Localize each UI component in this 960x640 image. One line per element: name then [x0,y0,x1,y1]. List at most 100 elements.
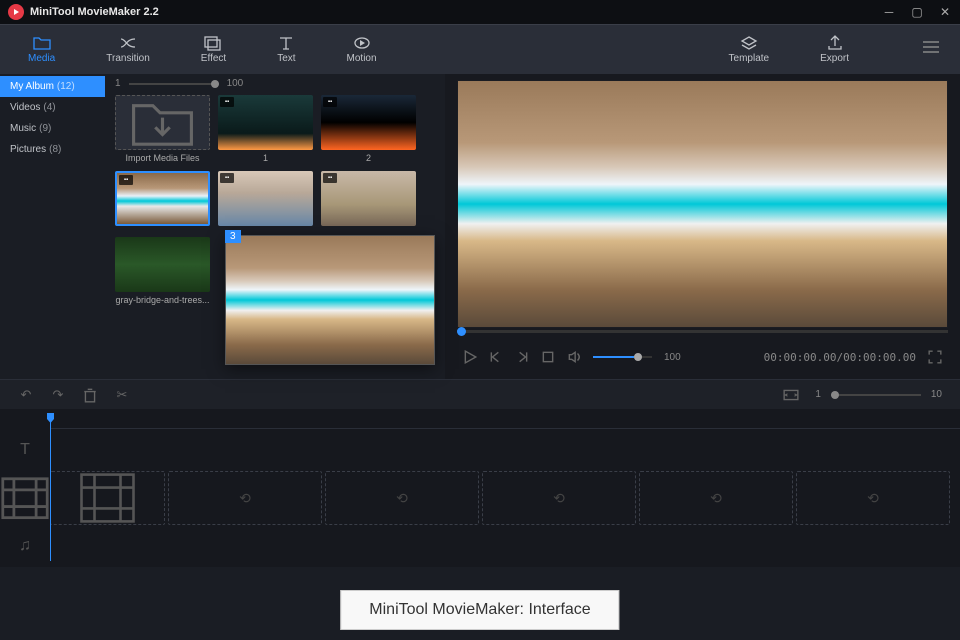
sidebar-count: (4) [43,102,55,113]
media-item[interactable]: ▪▪ [218,171,313,229]
prev-frame-button[interactable] [489,350,503,364]
menu-button[interactable] [922,40,940,59]
tab-motion[interactable]: Motion [339,33,385,66]
sidebar-item-pictures[interactable]: Pictures (8) [0,139,105,160]
app-logo-icon [8,4,24,20]
button-label: Template [729,53,770,64]
media-sidebar: My Album (12) Videos (4) Music (9) Pictu… [0,74,105,379]
transition-slot-icon: ⟲ [553,490,565,507]
text-icon [277,35,295,51]
app-title: MiniTool MovieMaker 2.2 [30,6,882,18]
video-badge-icon: ▪▪ [323,97,337,107]
import-folder-icon [116,96,209,149]
media-item[interactable]: gray-bridge-and-trees... [115,237,210,305]
next-frame-button[interactable] [515,350,529,364]
sidebar-label: Pictures [10,144,46,155]
zoom-min-label: 1 [115,78,121,89]
media-item[interactable]: ▪▪ 2 [321,95,416,163]
video-track-icon [0,476,50,520]
timeline-clip-slot[interactable]: ⟲ [168,471,322,525]
playhead[interactable] [50,413,51,561]
video-badge-icon: ▪▪ [220,97,234,107]
action-bar: ↶ ↷ ✂ 1 10 [0,379,960,409]
timeline-clip-slot[interactable]: ⟲ [482,471,636,525]
media-item-label: 2 [366,153,371,163]
stop-button[interactable] [541,350,555,364]
transition-slot-icon: ⟲ [867,490,879,507]
audio-track-icon: ♫ [0,537,50,555]
seek-slider[interactable] [457,330,948,333]
timeline-clip-slot[interactable]: ⟲ [639,471,793,525]
video-track[interactable]: ⟲ ⟲ ⟲ ⟲ ⟲ [0,471,960,525]
tab-label: Effect [201,53,226,64]
maximize-button[interactable]: ▢ [910,5,924,19]
sidebar-item-videos[interactable]: Videos (4) [0,97,105,118]
tab-effect[interactable]: Effect [193,33,234,66]
video-badge-icon: ▪▪ [323,173,337,183]
tab-media[interactable]: Media [20,33,63,66]
preview-panel: 100 00:00:00.00/00:00:00.00 [445,74,960,379]
undo-button[interactable]: ↶ [18,387,34,403]
import-label: Import Media Files [125,153,199,163]
preview-image [458,81,947,327]
timeline-ruler[interactable] [50,415,960,429]
media-item[interactable]: ▪▪ 1 [218,95,313,163]
sidebar-count: (12) [57,81,75,92]
motion-icon [353,35,371,51]
media-item-label: gray-bridge-and-trees... [115,295,209,305]
titlebar: MiniTool MovieMaker 2.2 ─ ▢ ✕ [0,0,960,24]
tab-transition[interactable]: Transition [98,33,158,66]
sidebar-label: Videos [10,102,40,113]
play-button[interactable] [463,350,477,364]
media-item[interactable]: ▪▪ [321,171,416,229]
transition-slot-icon: ⟲ [710,490,722,507]
timeline: T ⟲ ⟲ ⟲ ⟲ ⟲ ♫ [0,409,960,567]
close-button[interactable]: ✕ [938,5,952,19]
transition-slot-icon: ⟲ [396,490,408,507]
timeline-zoom-max: 10 [931,389,942,400]
main-toolbar: Media Transition Effect Text Motion Temp… [0,24,960,74]
audio-track[interactable]: ♫ [0,531,960,561]
minimize-button[interactable]: ─ [882,5,896,19]
volume-slider[interactable] [593,356,652,358]
tab-label: Transition [106,53,150,64]
drag-count-badge: 3 [225,230,241,243]
effect-icon [204,35,222,51]
video-badge-icon: ▪▪ [220,173,234,183]
preview-screen[interactable] [457,80,948,328]
media-item-label: 1 [263,153,268,163]
delete-button[interactable] [82,387,98,403]
timeline-zoom-slider[interactable] [831,394,921,396]
caption-overlay: MiniTool MovieMaker: Interface [340,590,619,630]
zoom-max-label: 100 [227,78,244,89]
timeline-clip-slot[interactable] [50,471,165,525]
timeline-clip-slot[interactable]: ⟲ [325,471,479,525]
export-button[interactable]: Export [812,33,857,66]
split-button[interactable]: ✂ [114,387,130,403]
sidebar-item-myalbum[interactable]: My Album (12) [0,76,105,97]
timeline-clip-slot[interactable]: ⟲ [796,471,950,525]
transition-icon [119,35,137,51]
video-badge-icon: ▪▪ [119,175,133,185]
fullscreen-button[interactable] [928,350,942,364]
tab-label: Media [28,53,55,64]
volume-button[interactable] [567,350,581,364]
tab-label: Motion [347,53,377,64]
sidebar-label: Music [10,123,36,134]
text-track-icon: T [0,441,50,459]
folder-icon [33,35,51,51]
thumbnail-zoom-slider[interactable] [129,83,219,85]
fit-button[interactable] [783,387,799,403]
transition-slot-icon: ⟲ [239,490,251,507]
export-icon [826,35,844,51]
text-track[interactable]: T [0,435,960,465]
template-button[interactable]: Template [721,33,778,66]
sidebar-item-music[interactable]: Music (9) [0,118,105,139]
redo-button[interactable]: ↷ [50,387,66,403]
import-media-button[interactable]: Import Media Files [115,95,210,163]
sidebar-label: My Album [10,81,54,92]
tab-text[interactable]: Text [269,33,303,66]
media-item[interactable]: ▪▪ [115,171,210,229]
tab-label: Text [277,53,295,64]
sidebar-count: (9) [39,123,51,134]
